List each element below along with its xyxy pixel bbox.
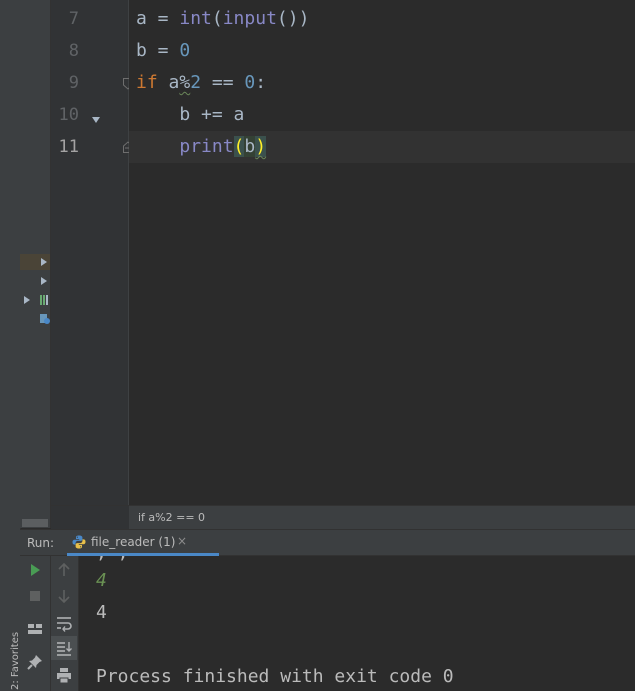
project-tree-row[interactable]	[20, 254, 50, 270]
left-tool-stripe: 2: Favorites	[0, 0, 21, 691]
code-line-9[interactable]: if a%2 == 0:	[136, 67, 266, 99]
print-icon	[57, 668, 71, 684]
line-number: 8	[68, 41, 79, 61]
run-toolbar-primary	[20, 556, 51, 691]
line-number: 9	[68, 73, 79, 93]
run-toolbar-secondary	[51, 556, 79, 691]
arrow-up-icon	[58, 562, 70, 576]
restore-layout-button[interactable]	[24, 618, 46, 640]
code-line-7[interactable]: a = int(input())	[136, 3, 309, 35]
line-number: 7	[68, 9, 79, 29]
code-line-10[interactable]: b += a	[136, 99, 244, 131]
expand-arrow-icon[interactable]	[41, 258, 47, 266]
stop-icon	[30, 591, 40, 601]
code-line-11[interactable]: print(b)	[136, 131, 267, 163]
scroll-down-button[interactable]	[53, 585, 75, 607]
libraries-icon	[40, 295, 49, 305]
layout-icon	[28, 624, 42, 634]
pin-tab-button[interactable]	[24, 651, 46, 673]
breadcrumb[interactable]: if a%2 == 0	[129, 505, 635, 530]
print-button[interactable]	[53, 664, 75, 686]
soft-wrap-icon	[57, 617, 72, 632]
gutter-footer	[51, 505, 129, 530]
project-pane	[20, 0, 51, 528]
run-console[interactable]: , , 4 4 Process finished with exit code …	[79, 556, 635, 691]
play-icon	[31, 564, 40, 576]
collapse-arrow-icon[interactable]	[92, 117, 100, 123]
run-label: Run:	[27, 536, 55, 550]
close-tab-icon[interactable]: ×	[177, 534, 187, 548]
stop-button[interactable]	[24, 585, 46, 607]
line-number: 10	[58, 105, 79, 125]
console-input-echo: 4	[96, 570, 107, 591]
expand-arrow-icon[interactable]	[41, 277, 47, 285]
scroll-to-end-icon	[57, 642, 72, 656]
breadcrumb-item[interactable]: if a%2 == 0	[138, 511, 205, 524]
soft-wrap-button[interactable]	[53, 612, 75, 634]
project-tree-row[interactable]	[20, 292, 50, 308]
expand-arrow-icon[interactable]	[24, 296, 30, 304]
project-tree-row[interactable]	[20, 312, 50, 328]
scroll-up-button[interactable]	[53, 559, 75, 581]
rerun-button[interactable]	[24, 559, 46, 581]
run-tab-name: file_reader (1)	[91, 535, 176, 549]
console-output-line: 4	[96, 602, 107, 623]
favorites-tool-button[interactable]: 2: Favorites	[1, 612, 21, 691]
project-tree-row[interactable]	[20, 273, 50, 289]
arrow-down-icon	[58, 590, 70, 604]
pin-icon	[27, 655, 42, 670]
console-partial-line: , ,	[96, 556, 129, 563]
line-number-current: 11	[58, 137, 79, 157]
run-tool-window-header: Run: file_reader (1) ×	[20, 529, 635, 556]
editor-gutter: 7 8 9 10 11	[51, 0, 133, 505]
scratches-icon	[40, 314, 50, 324]
python-icon	[72, 535, 86, 549]
code-line-8[interactable]: b = 0	[136, 35, 190, 67]
console-exit-message: Process finished with exit code 0	[96, 666, 454, 687]
code-editor[interactable]: a = int(input()) b = 0 if a%2 == 0: b +=…	[129, 0, 635, 505]
run-tab-file-reader[interactable]: file_reader (1) ×	[67, 530, 219, 556]
project-horizontal-scrollbar[interactable]	[22, 519, 48, 527]
scroll-to-end-button[interactable]	[51, 636, 77, 660]
